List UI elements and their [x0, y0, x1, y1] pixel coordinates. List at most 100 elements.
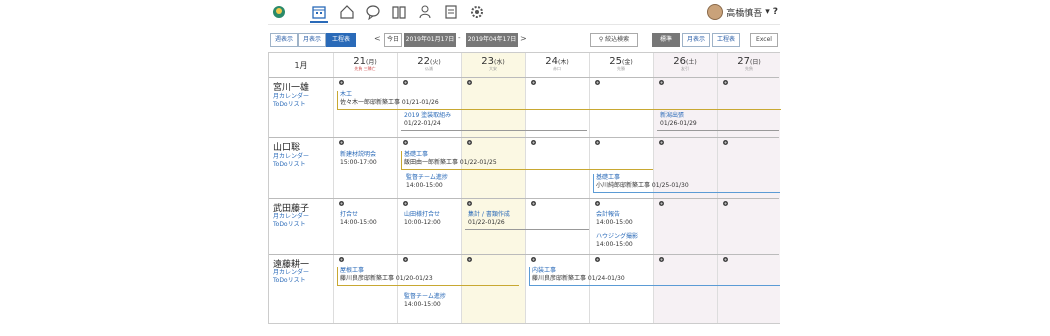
rokuyo-label: 友引	[681, 66, 689, 71]
add-event-icon[interactable]: +	[467, 257, 472, 262]
people-icon[interactable]	[416, 3, 434, 21]
book-icon[interactable]	[390, 3, 408, 21]
event-item[interactable]: ハウジング撮影 14:00-15:00	[596, 233, 638, 249]
person-name: 宮川一雄	[273, 83, 310, 93]
day-of-week: (火)	[430, 59, 441, 66]
event-item[interactable]: 2019 塗装取組み 01/22-01/24	[404, 112, 451, 128]
add-event-icon[interactable]: +	[403, 201, 408, 206]
event-item[interactable]: 監督チーム進捗 14:00-15:00	[406, 174, 448, 190]
day-header-21[interactable]: 21(月) 先負 三隣亡	[333, 56, 397, 72]
add-event-icon[interactable]: +	[339, 140, 344, 145]
month-calendar-link[interactable]: 月カレンダー	[273, 213, 309, 221]
event-item[interactable]: 打合せ 14:00-15:00	[340, 211, 377, 227]
view-week-button[interactable]: 週表示	[270, 33, 298, 47]
settings-icon[interactable]	[468, 3, 486, 21]
add-event-icon[interactable]: +	[339, 201, 344, 206]
event-detail: 15:00-17:00	[340, 159, 377, 166]
mode-schedule-button[interactable]: 工程表	[712, 33, 740, 47]
add-event-icon[interactable]: +	[531, 257, 536, 262]
view-schedule-button[interactable]: 工程表	[326, 33, 356, 47]
add-event-icon[interactable]: +	[403, 140, 408, 145]
add-event-icon[interactable]: +	[723, 257, 728, 262]
event-item[interactable]: 木工 佐々木一郎邸新築工事 01/21-01/26	[340, 91, 439, 107]
event-item[interactable]: 屋根工事 藤川良彦邸新築工事 01/20-01/23	[340, 267, 433, 283]
day-header-24[interactable]: 24(木) 赤口	[525, 56, 589, 72]
add-event-icon[interactable]: +	[595, 257, 600, 262]
event-detail: 01/22-01/24	[404, 120, 441, 127]
event-title: 基礎工事	[596, 174, 621, 181]
add-event-icon[interactable]: +	[403, 80, 408, 85]
event-item[interactable]: 会計報告 14:00-15:00	[596, 211, 633, 227]
mode-standard-button[interactable]: 標準	[652, 33, 680, 47]
schedule-grid: 1月 21(月) 先負 三隣亡 22(火) 仏滅 23(水) 大安 24(木) 赤口 2…	[268, 52, 781, 324]
add-event-icon[interactable]: +	[531, 201, 536, 206]
add-event-icon[interactable]: +	[723, 140, 728, 145]
todo-list-link[interactable]: ToDoリスト	[273, 161, 306, 169]
event-item[interactable]: 基礎工事 小川純郎邸新築工事 01/25-01/30	[596, 174, 689, 190]
filter-search-label: 絞込検索	[605, 36, 630, 43]
filter-search-button[interactable]: ⚲ 絞込検索	[590, 33, 638, 47]
excel-button[interactable]: Excel	[750, 33, 778, 47]
event-item[interactable]: 集計 / 書類作成 01/22-01/26	[468, 211, 510, 227]
add-event-icon[interactable]: +	[339, 257, 344, 262]
add-event-icon[interactable]: +	[403, 257, 408, 262]
month-calendar-link[interactable]: 月カレンダー	[273, 93, 309, 101]
add-event-icon[interactable]: +	[467, 201, 472, 206]
add-event-icon[interactable]: +	[595, 201, 600, 206]
add-event-icon[interactable]: +	[659, 201, 664, 206]
add-event-icon[interactable]: +	[531, 80, 536, 85]
add-event-icon[interactable]: +	[531, 140, 536, 145]
event-item[interactable]: 内装工事 藤川良彦邸新築工事 01/24-01/30	[532, 267, 625, 283]
month-calendar-link[interactable]: 月カレンダー	[273, 269, 309, 277]
todo-list-link[interactable]: ToDoリスト	[273, 221, 306, 229]
home-icon[interactable]	[338, 3, 356, 21]
add-event-icon[interactable]: +	[723, 80, 728, 85]
person-name: 山口聡	[273, 143, 301, 153]
view-month-button[interactable]: 月表示	[298, 33, 326, 47]
user-menu[interactable]: 高橋慎吾 ▾ ?	[707, 4, 778, 20]
top-nav: 高橋慎吾 ▾ ?	[268, 0, 780, 25]
date-separator: -	[458, 34, 461, 42]
event-item[interactable]: 山田様打合せ 10:00-12:00	[404, 211, 441, 227]
calendar-icon[interactable]	[310, 3, 328, 23]
today-column	[461, 53, 525, 323]
day-header-25[interactable]: 25(金) 先勝	[589, 56, 653, 72]
day-header-23[interactable]: 23(水) 大安	[461, 56, 525, 72]
add-event-icon[interactable]: +	[467, 80, 472, 85]
add-event-icon[interactable]: +	[467, 140, 472, 145]
user-name: 高橋慎吾	[726, 8, 763, 19]
todo-list-link[interactable]: ToDoリスト	[273, 101, 306, 109]
avatar	[707, 4, 724, 20]
month-calendar-link[interactable]: 月カレンダー	[273, 153, 309, 161]
chat-icon[interactable]	[364, 3, 382, 21]
add-event-icon[interactable]: +	[659, 80, 664, 85]
add-event-icon[interactable]: +	[595, 140, 600, 145]
date-to-field[interactable]: 2019年04年17日	[466, 33, 518, 47]
next-arrow-icon[interactable]: >	[520, 34, 527, 43]
event-item[interactable]: 新建材説明会 15:00-17:00	[340, 151, 377, 167]
event-title: 新建材説明会	[340, 151, 377, 158]
mode-month-button[interactable]: 月表示	[682, 33, 710, 47]
add-event-icon[interactable]: +	[723, 201, 728, 206]
today-button[interactable]: 今日	[384, 33, 402, 47]
date-from-field[interactable]: 2019年01月17日	[404, 33, 456, 47]
add-event-icon[interactable]: +	[595, 80, 600, 85]
day-header-22[interactable]: 22(火) 仏滅	[397, 56, 461, 72]
rokuyo-label: 赤口	[553, 66, 561, 71]
event-item[interactable]: 監督チーム進捗 14:00-15:00	[404, 293, 446, 309]
add-event-icon[interactable]: +	[659, 140, 664, 145]
add-event-icon[interactable]: +	[339, 80, 344, 85]
event-detail: 10:00-12:00	[404, 219, 441, 226]
event-title: 2019 塗装取組み	[404, 112, 452, 119]
app-logo-icon[interactable]	[270, 3, 288, 21]
rokuyo-label: 仏滅	[425, 66, 433, 71]
todo-list-link[interactable]: ToDoリスト	[273, 277, 306, 285]
day-header-26[interactable]: 26(土) 友引	[653, 56, 717, 72]
add-event-icon[interactable]: +	[659, 257, 664, 262]
day-header-27[interactable]: 27(日) 先負	[717, 56, 781, 72]
event-item[interactable]: 基礎工事 飯田由一郎新築工事 01/22-01/25	[404, 151, 497, 167]
prev-arrow-icon[interactable]: <	[374, 34, 381, 43]
help-icon[interactable]: ?	[773, 7, 778, 17]
event-item[interactable]: 新潟出張 01/26-01/29	[660, 112, 697, 128]
document-icon[interactable]	[442, 3, 460, 21]
